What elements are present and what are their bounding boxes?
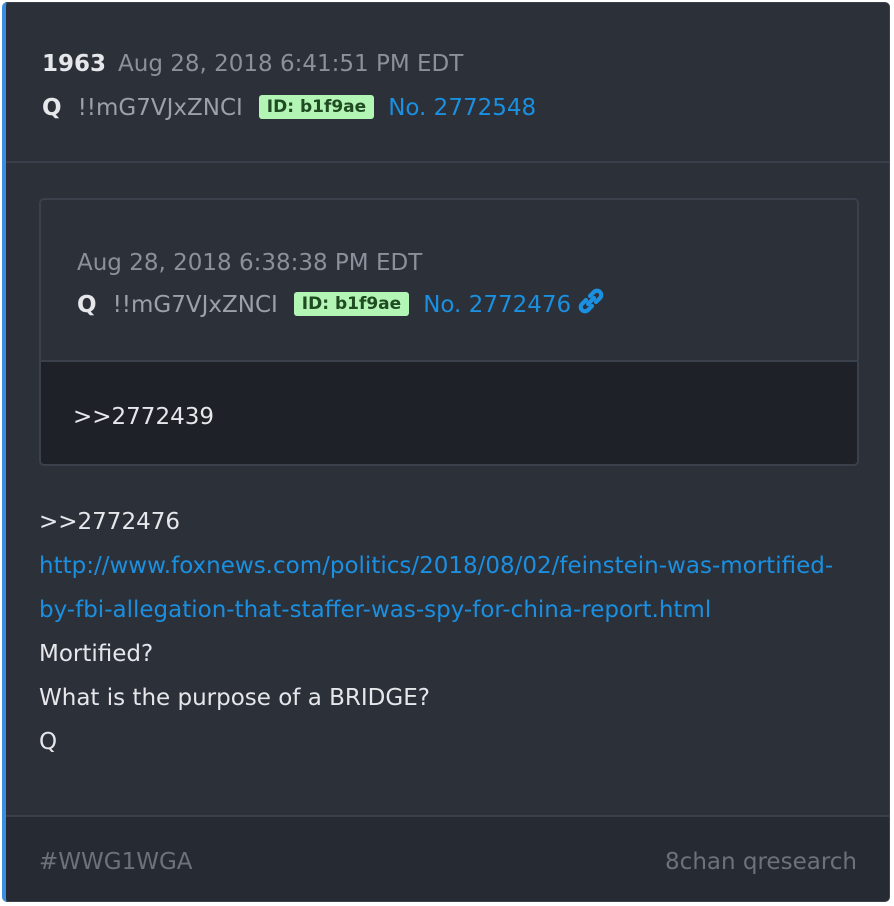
reply-reference[interactable]: >>2772476 (39, 500, 839, 544)
quoted-author-name: Q (77, 292, 97, 318)
post-header: 1963 Aug 28, 2018 6:41:51 PM EDT Q !!mG7VJ… (6, 3, 889, 163)
body-line-mortified: Mortified? (39, 641, 154, 667)
source-label: 8chan qresearch (665, 849, 857, 875)
body-line-bridge: What is the purpose of a BRIDGE? (39, 685, 430, 711)
signature: Q (39, 729, 58, 755)
article-link[interactable]: http://www.foxnews.com/politics/2018/08/… (39, 544, 839, 632)
post-meta-line: 1963 Aug 28, 2018 6:41:51 PM EDT (42, 47, 463, 81)
quoted-post-number-link[interactable]: No. 2772476 (423, 292, 571, 318)
link-icon[interactable] (577, 288, 605, 324)
post-author-line: Q !!mG7VJxZNCI ID: b1f9ae No. 2772548 (42, 91, 536, 125)
post-number: 1963 (42, 51, 107, 77)
hashtag: #WWG1WGA (39, 849, 193, 875)
quoted-post-body: >>2772439 (41, 362, 857, 464)
quoted-post-header: Aug 28, 2018 6:38:38 PM EDT Q !!mG7VJxZNC… (41, 200, 857, 362)
post-footer: #WWG1WGA 8chan qresearch (6, 815, 889, 901)
post-card: 1963 Aug 28, 2018 6:41:51 PM EDT Q !!mG7VJ… (2, 2, 890, 902)
author-name: Q (42, 95, 62, 121)
post-number-link[interactable]: No. 2772548 (388, 95, 536, 121)
quoted-meta-line: Aug 28, 2018 6:38:38 PM EDT (77, 246, 422, 280)
post-timestamp: Aug 28, 2018 6:41:51 PM EDT (118, 51, 464, 77)
quoted-timestamp: Aug 28, 2018 6:38:38 PM EDT (77, 250, 423, 276)
quoted-tripcode: !!mG7VJxZNCI (112, 292, 278, 318)
tripcode: !!mG7VJxZNCI (77, 95, 243, 121)
quoted-reply-reference[interactable]: >>2772439 (73, 400, 214, 434)
quoted-post: Aug 28, 2018 6:38:38 PM EDT Q !!mG7VJxZNC… (39, 198, 859, 466)
id-badge: ID: b1f9ae (258, 95, 375, 119)
quoted-id-badge: ID: b1f9ae (293, 292, 410, 316)
quoted-author-line: Q !!mG7VJxZNCI ID: b1f9ae No. 2772476 (77, 288, 605, 324)
post-body: >>2772476 http://www.foxnews.com/politic… (39, 500, 839, 764)
